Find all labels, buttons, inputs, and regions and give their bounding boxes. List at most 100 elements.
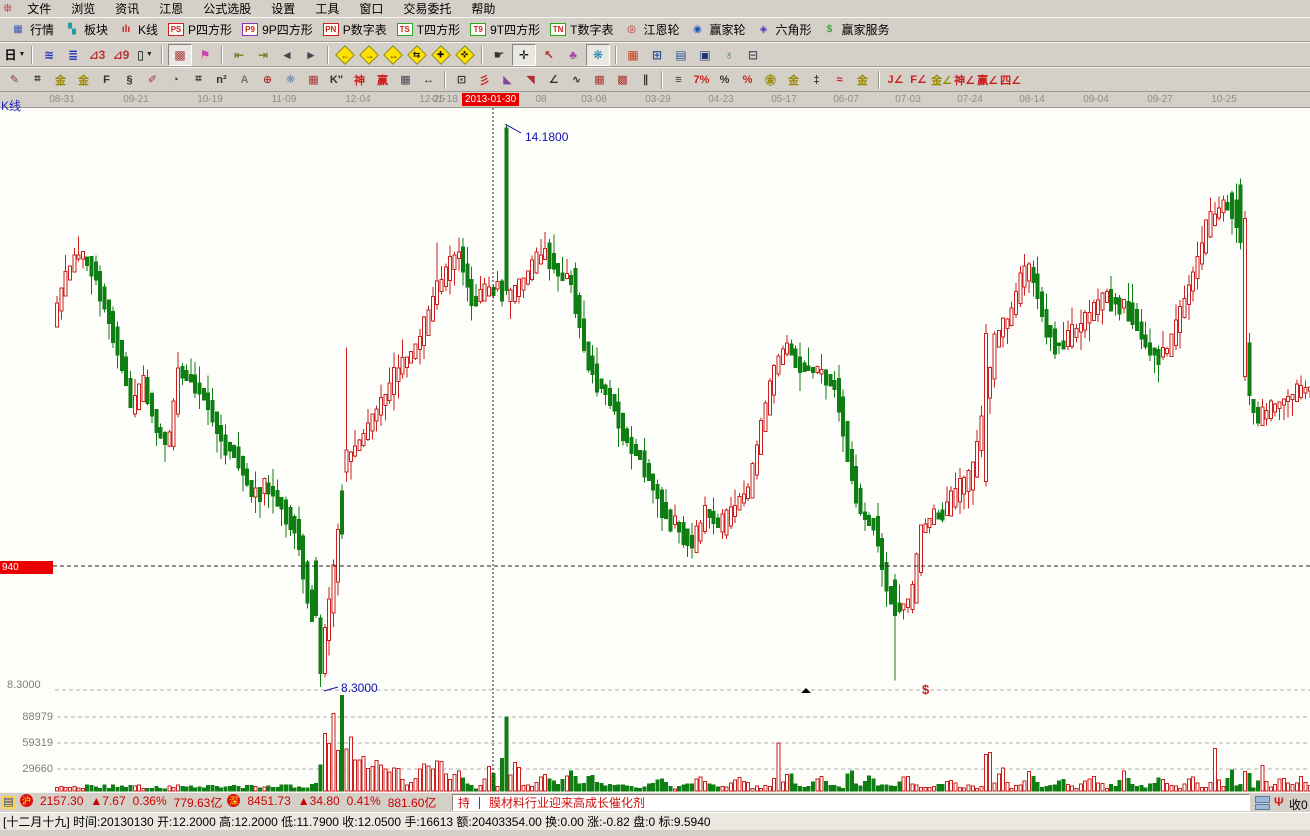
box-tool[interactable]: ⊡ xyxy=(451,70,472,90)
fan-box-tool[interactable]: ◣ xyxy=(497,70,518,90)
gann-right-diamond-button[interactable]: → xyxy=(359,45,379,65)
notes-button[interactable]: ▤ xyxy=(670,45,692,65)
shen-angle-tool[interactable]: 神∠ xyxy=(954,70,975,90)
kline-mark-tool[interactable]: K" xyxy=(326,70,347,90)
splitter-stepper[interactable] xyxy=(1255,796,1270,810)
price-ladder-tool[interactable]: ≡ xyxy=(668,70,689,90)
gann-wheel-button[interactable]: ◎江恩轮 xyxy=(618,19,684,40)
zigzag-tool[interactable]: ∿ xyxy=(566,70,587,90)
pointer-tool-button[interactable]: ↖ xyxy=(538,45,560,65)
news-ticker[interactable]: 持 膜材料行业迎来高成长催化剂 xyxy=(452,794,1250,811)
p9-square-button[interactable]: P99P四方形 xyxy=(237,19,318,40)
hand-tool-button[interactable]: ☛ xyxy=(488,45,510,65)
next-button[interactable]: ► xyxy=(300,45,322,65)
indicator-flag-button[interactable]: ⚑ xyxy=(194,45,216,65)
p-square-button[interactable]: PSP四方形 xyxy=(163,19,237,40)
prev-button[interactable]: ◄ xyxy=(276,45,298,65)
network-button[interactable]: ♁ xyxy=(718,45,740,65)
pencil-tool[interactable]: ✐ xyxy=(142,70,163,90)
candle-style-button[interactable]: ▯▼ xyxy=(134,45,156,65)
angle-lines-tool[interactable]: ∠ xyxy=(543,70,564,90)
gold-ratio-tool[interactable]: 金 xyxy=(50,70,71,90)
percent-tool[interactable]: % xyxy=(714,70,735,90)
date-axis[interactable]: 2013-01-30 08-3109-2110-1911-0912-0412-2… xyxy=(0,92,1310,108)
spider-web-tool[interactable]: ❋ xyxy=(280,70,301,90)
sectors-button[interactable]: ▚板块 xyxy=(59,19,113,40)
menu-item-1[interactable]: 浏览 xyxy=(61,1,105,17)
menu-item-5[interactable]: 设置 xyxy=(261,1,305,17)
wave-band-tool[interactable]: ≈ xyxy=(829,70,850,90)
gann-center-diamond-button[interactable]: ✜ xyxy=(455,45,475,65)
menu-item-0[interactable]: 文件 xyxy=(17,1,61,17)
t-square-button[interactable]: TST四方形 xyxy=(392,19,465,40)
shen-grid-tool[interactable]: 神 xyxy=(349,70,370,90)
j-angle-tool[interactable]: J∠ xyxy=(885,70,906,90)
ma3-view-button[interactable]: ⊿3 xyxy=(86,45,108,65)
draw-line-tool[interactable]: ✎ xyxy=(4,70,25,90)
t-number-table-button[interactable]: TNT数字表 xyxy=(545,19,618,40)
fibonacci-tool[interactable]: F xyxy=(96,70,117,90)
menu-item-3[interactable]: 江恩 xyxy=(149,1,193,17)
winner-wheel-button[interactable]: ◉赢家轮 xyxy=(684,19,750,40)
info-panel-button[interactable]: ≣ xyxy=(62,45,84,65)
structure-tool-button[interactable]: ♣ xyxy=(562,45,584,65)
menu-item-4[interactable]: 公式选股 xyxy=(193,1,261,17)
menu-item-6[interactable]: 工具 xyxy=(305,1,349,17)
quote-list-icon[interactable]: ▤ xyxy=(2,796,15,809)
percent-line-tool[interactable]: % xyxy=(737,70,758,90)
gold-grid-tool[interactable]: 金 xyxy=(73,70,94,90)
time-circle-tool[interactable]: ◔ xyxy=(165,70,186,90)
numbered-grid-tool[interactable]: ▦ xyxy=(395,70,416,90)
f-angle-tool[interactable]: F∠ xyxy=(908,70,929,90)
t9-square-button[interactable]: T99T四方形 xyxy=(465,19,545,40)
spiral-tool[interactable]: § xyxy=(119,70,140,90)
p-number-table-button[interactable]: PNP数字表 xyxy=(318,19,392,40)
menu-item-2[interactable]: 资讯 xyxy=(105,1,149,17)
period-daily-button[interactable]: 日▼ xyxy=(4,45,26,65)
si-angle-tool[interactable]: 四∠ xyxy=(1000,70,1021,90)
gann-grid-tool[interactable]: ⌗ xyxy=(27,70,48,90)
square-web-tool[interactable]: ▦ xyxy=(303,70,324,90)
quotes-button[interactable]: ▦行情 xyxy=(5,19,59,40)
crosshair-tool-button[interactable]: ✛ xyxy=(512,44,536,66)
gold-level-tool[interactable]: 金 xyxy=(783,70,804,90)
n-square-tool[interactable]: n² xyxy=(211,70,232,90)
kline-button[interactable]: ılıK线 xyxy=(113,19,163,40)
gold-angle-tool[interactable]: 金∠ xyxy=(931,70,952,90)
winner-service-button[interactable]: $赢家服务 xyxy=(817,19,895,40)
print-button[interactable]: ⊟ xyxy=(742,45,764,65)
percent-retrace-tool[interactable]: 7% xyxy=(691,70,712,90)
ray-box-tool[interactable]: ◥ xyxy=(520,70,541,90)
calendar-button[interactable]: ▦ xyxy=(622,45,644,65)
dense-grid-tool[interactable]: ▩ xyxy=(612,70,633,90)
menu-item-8[interactable]: 交易委托 xyxy=(393,1,461,17)
ying-grid-tool[interactable]: 赢 xyxy=(372,70,393,90)
menu-item-9[interactable]: 帮助 xyxy=(461,1,505,17)
fan-lines-tool[interactable]: 彡 xyxy=(474,70,495,90)
span-arrow-tool[interactable]: ↔ xyxy=(418,70,439,90)
wave-view-button[interactable]: ≋ xyxy=(38,45,60,65)
marker-pen-tool[interactable]: ‡ xyxy=(806,70,827,90)
price-grid-tool[interactable]: ⌗ xyxy=(188,70,209,90)
parallel-tool[interactable]: ∥ xyxy=(635,70,656,90)
calculator-button[interactable]: ⊞ xyxy=(646,45,668,65)
gann-hmirror-diamond-button[interactable]: ↔ xyxy=(383,45,403,65)
kline-chart-canvas[interactable]: 14.18008.3000$ xyxy=(0,108,1310,792)
index-quote-sh[interactable]: 沪2157.30▲7.670.36%779.63亿 xyxy=(20,794,222,811)
angle-tool[interactable]: A xyxy=(234,70,255,90)
gold-circle-tool[interactable]: ㊎ xyxy=(760,70,781,90)
first-page-button[interactable]: ⇤ xyxy=(228,45,250,65)
target-circle-tool[interactable]: ⊕ xyxy=(257,70,278,90)
last-page-button[interactable]: ⇥ xyxy=(252,45,274,65)
gold-band-tool[interactable]: 金 xyxy=(852,70,873,90)
save-button[interactable]: ▣ xyxy=(694,45,716,65)
menu-item-7[interactable]: 窗口 xyxy=(349,1,393,17)
gann-swap-diamond-button[interactable]: ⇆ xyxy=(407,45,427,65)
ma9-view-button[interactable]: ⊿9 xyxy=(110,45,132,65)
gann-expand-diamond-button[interactable]: ✚ xyxy=(431,45,451,65)
smart-analyze-button[interactable]: ❋ xyxy=(586,44,610,66)
pattern-view-button[interactable]: ▩ xyxy=(168,44,192,66)
index-quote-sz[interactable]: 深8451.73▲34.800.41%881.60亿 xyxy=(227,794,436,811)
gann-left-diamond-button[interactable]: ← xyxy=(335,45,355,65)
chart-region[interactable]: 940 8.3000 14.18008.3000$889795931929660 xyxy=(0,108,1310,792)
